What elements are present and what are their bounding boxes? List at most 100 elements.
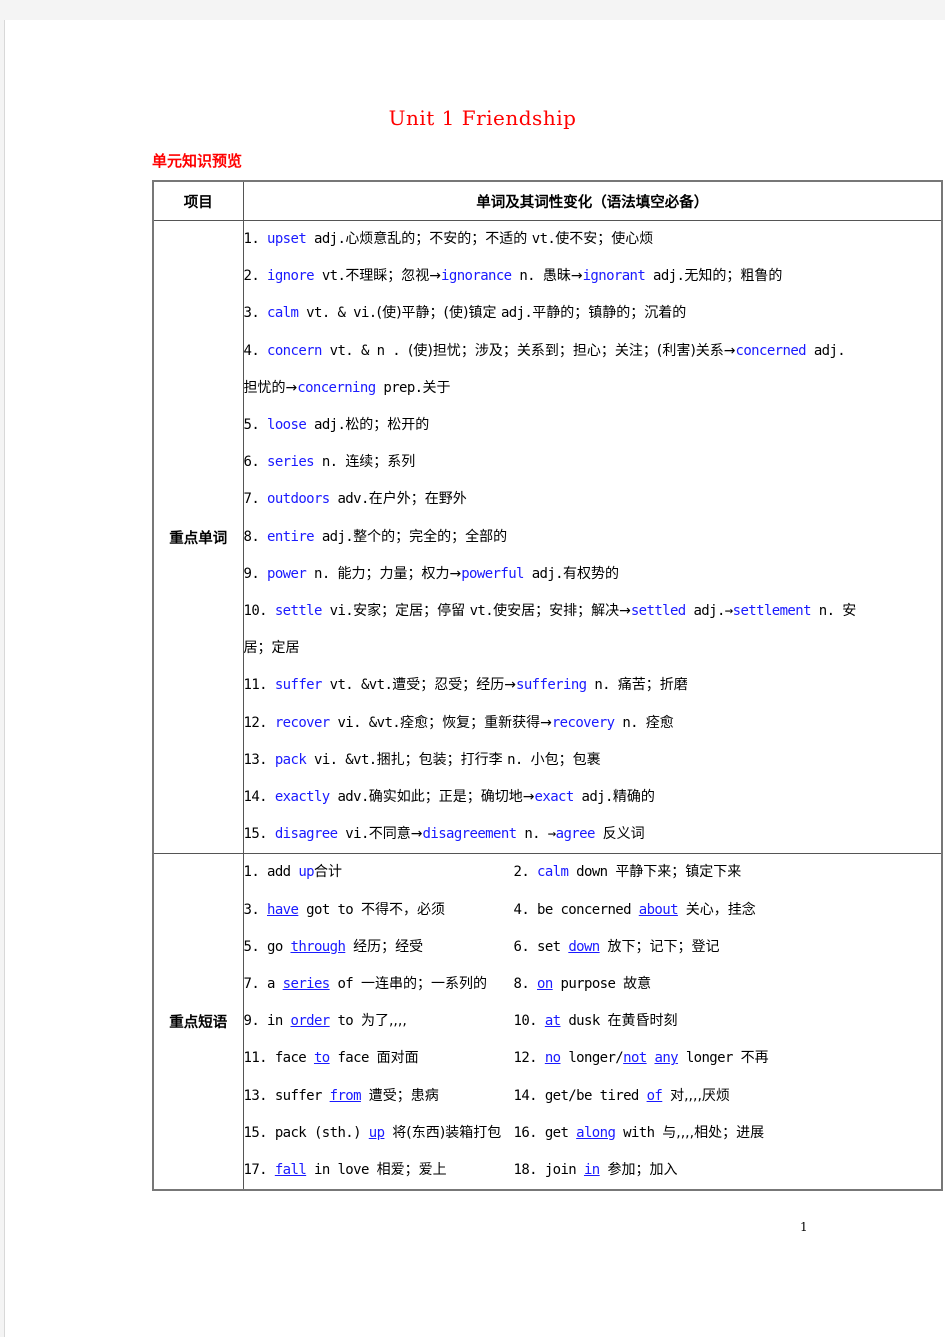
keyword: disagreement (422, 826, 518, 843)
text: adj. (306, 231, 346, 247)
blank-keyword: any (654, 1050, 678, 1067)
definition-text: 经历；经受 (353, 938, 424, 955)
definition-text: 遭受；患病 (368, 1087, 439, 1104)
text: 12. (243, 714, 275, 731)
text (345, 939, 353, 955)
text: adj. (313, 528, 354, 545)
keyword: suffer (274, 677, 323, 694)
keyword: series (267, 454, 315, 471)
definition-text: 能力；力量；权力→ (337, 565, 462, 582)
phrase-row: 11. face to face 面对面 12. no longer/not an… (244, 1040, 942, 1077)
keyword: settlement (732, 603, 812, 620)
text: 2. (243, 268, 267, 285)
definition-text: 担忧的→ (243, 379, 298, 396)
definition-text: 无知的；粗鲁的 (684, 268, 783, 285)
blank-keyword: to (313, 1050, 330, 1067)
phrase-entry: 7. a series of 一连串的；一系列的 (244, 966, 514, 1003)
keyword: pack (274, 751, 307, 768)
text: dusk (560, 1013, 608, 1030)
text: with (615, 1124, 663, 1141)
text: to (329, 1013, 361, 1030)
blank-keyword: no (544, 1050, 561, 1067)
keyword: agree (555, 826, 596, 843)
word-entry: 2. ignore vt.不理睬；忽视→ignorance n. 愚昧→igno… (244, 258, 942, 295)
definition-text: 为了,,,, (360, 1013, 407, 1030)
word-entry: 14. exactly adv.确实如此；正是；确切地→exact adj.精确… (244, 779, 942, 816)
word-entry: 3. calm vt. & vi.(使)平静；(使)镇定 adj.平静的；镇静的… (244, 295, 942, 332)
definition-text: 愚昧→ (542, 268, 583, 285)
text: n. (306, 565, 338, 582)
text: 3. (243, 901, 267, 918)
definition-text: 安 (842, 603, 857, 620)
word-entry: 居；定居 (244, 630, 942, 667)
blank-keyword: in (583, 1162, 600, 1179)
word-entry: 8. entire adj.整个的；完全的；全部的 (244, 519, 942, 556)
definition-text: 反义词 (602, 826, 645, 843)
blank-keyword: down (568, 938, 600, 955)
text: 1. (243, 231, 267, 247)
definition-text: 心烦意乱的；不安的；不适的 (345, 231, 532, 247)
page-number: 1 (800, 1220, 808, 1234)
text: 4. be concerned (513, 901, 639, 918)
word-entry: 5. loose adj.松的；松开的 (244, 407, 942, 444)
keyword: ignorance (441, 268, 512, 285)
word-entry: 11. suffer vt. &vt.遭受；忍受；经历→suffering n.… (244, 667, 942, 704)
blank-keyword: fall (274, 1162, 307, 1179)
definition-text: 居；定居 (243, 640, 300, 657)
text: 7. (243, 491, 267, 508)
phrase-row: 1. add up合计 2. calm down 平静下来；镇定下来 (244, 854, 942, 891)
text: 6. set (513, 938, 569, 955)
keyword: outdoors (267, 491, 330, 508)
definition-text: (使)担忧；涉及；关系到；担心；关注；(利害)关系→ (407, 342, 736, 359)
text: adv. (329, 491, 369, 508)
definition-text: 使不安；使心烦 (555, 231, 654, 247)
text: n. (614, 714, 646, 731)
text: vi. &vt. (329, 714, 401, 731)
keyword: upset (267, 231, 307, 247)
blank-keyword: not (623, 1050, 647, 1067)
keyword: entire (267, 528, 315, 545)
definition-text: 痊愈 (645, 714, 674, 731)
phrase-entry: 3. have got to 不得不，必须 (244, 892, 514, 929)
phrase-row: 17. fall in love 相爱；爱上 18. join in 参加；加入 (244, 1152, 942, 1189)
definition-text: 面对面 (376, 1050, 419, 1067)
definition-text: 不同意→ (368, 826, 423, 843)
text: vt. & vi. (298, 305, 377, 322)
definition-text: 有权势的 (563, 565, 620, 582)
text: adj. (573, 789, 614, 806)
definition-text: 在户外；在野外 (368, 491, 467, 508)
section-label: 单元知识预览 (152, 152, 243, 170)
text: n. (313, 454, 346, 471)
definition-text: 将(东西)装箱打包 (392, 1124, 502, 1141)
definition-text: 参加；加入 (607, 1162, 678, 1179)
keyword: disagree (274, 826, 338, 843)
words-list: 1. upset adj.心烦意乱的；不安的；不适的 vt.使不安；使心烦 2. … (242, 219, 943, 855)
text: 8. (243, 528, 267, 545)
text: longer (677, 1050, 741, 1067)
definition-text: 使安居；安排；解决→ (493, 603, 631, 620)
phrase-entry: 11. face to face 面对面 (244, 1040, 514, 1077)
header-words: 单词及其词性变化（语法填空必备） (242, 180, 943, 221)
table-row-phrases: 重点短语 1. add up合计 2. calm down 平静下来；镇定下来 3.… (152, 853, 943, 1191)
blank-keyword: order (290, 1013, 330, 1030)
phrase-entry: 14. get/be tired of 对,,,,厌烦 (514, 1078, 730, 1115)
keyword: concerning (297, 379, 376, 396)
text: 10. (513, 1013, 545, 1030)
text: 14. (243, 789, 275, 806)
keyword: exact (534, 789, 575, 806)
text: adj. (306, 417, 346, 434)
phrase-entry: 15. pack (sth.) up 将(东西)装箱打包 (244, 1115, 514, 1152)
row-label-words: 重点单词 (152, 219, 244, 855)
text: adv. (329, 789, 369, 806)
keyword: calm (537, 864, 569, 881)
definition-text: 安家；定居；停留 (353, 603, 470, 620)
text: vi. &vt. (306, 751, 377, 768)
text: 10. (243, 603, 275, 620)
keyword: calm (267, 305, 299, 322)
keyword: recovery (551, 714, 615, 731)
definition-text: 捆扎；包装；打行李 (376, 751, 508, 768)
phrase-entry: 9. in order to 为了,,,, (244, 1003, 514, 1040)
keyword: ignorant (582, 268, 646, 285)
keyword: loose (267, 417, 307, 434)
text: vt. &vt. (321, 677, 393, 694)
